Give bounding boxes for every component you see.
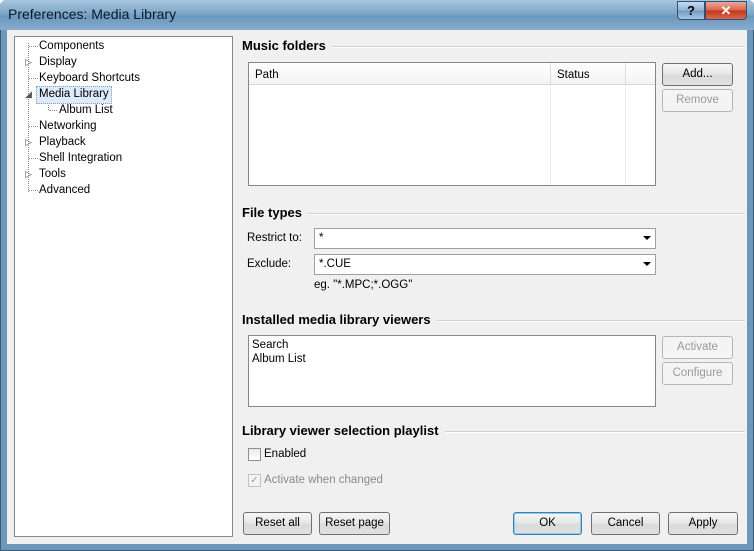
exclude-example-hint: eg. "*.MPC;*.OGG" bbox=[314, 279, 413, 291]
reset-page-button[interactable]: Reset page bbox=[319, 512, 390, 535]
music-folders-list[interactable]: Path Status bbox=[248, 62, 656, 186]
tree-item-advanced[interactable]: Advanced bbox=[37, 182, 92, 198]
tree-connector bbox=[49, 110, 57, 111]
viewers-heading: Installed media library viewers bbox=[242, 312, 437, 327]
collapse-arrow-icon[interactable]: ◢ bbox=[25, 86, 32, 102]
activate-when-changed-checkbox[interactable]: ✓ bbox=[248, 474, 261, 487]
tree-item-playback[interactable]: Playback bbox=[37, 134, 88, 150]
tree-item-components[interactable]: Components bbox=[37, 38, 106, 54]
list-header: Path Status bbox=[249, 63, 655, 85]
expand-arrow-icon[interactable]: ▷ bbox=[25, 134, 32, 150]
restrict-to-value: * bbox=[319, 232, 324, 244]
tree-item-networking[interactable]: Networking bbox=[37, 118, 99, 134]
dropdown-arrow-icon[interactable] bbox=[643, 236, 651, 240]
configure-viewer-button[interactable]: Configure bbox=[662, 362, 733, 385]
tree-item-display[interactable]: Display bbox=[37, 54, 79, 70]
remove-folder-button[interactable]: Remove bbox=[662, 89, 733, 112]
exclude-label: Exclude: bbox=[247, 258, 292, 270]
section-divider bbox=[242, 213, 745, 215]
playlist-heading: Library viewer selection playlist bbox=[242, 423, 445, 438]
add-folder-button[interactable]: Add... bbox=[662, 63, 733, 86]
exclude-combo[interactable]: *.CUE bbox=[314, 254, 656, 275]
title-bar[interactable]: Preferences: Media Library ? ✕ bbox=[0, 0, 754, 30]
activate-viewer-button[interactable]: Activate bbox=[662, 336, 733, 359]
restrict-to-combo[interactable]: * bbox=[314, 228, 656, 249]
viewers-list[interactable]: Search Album List bbox=[248, 335, 656, 407]
tree-item-shell-integration[interactable]: Shell Integration bbox=[37, 150, 124, 166]
preferences-tree[interactable]: ▷ ◢ ▷ ▷ Components Display Keyboard Shor… bbox=[14, 36, 233, 537]
apply-button[interactable]: Apply bbox=[668, 512, 738, 535]
tree-item-keyboard-shortcuts[interactable]: Keyboard Shortcuts bbox=[37, 70, 142, 86]
music-folders-heading: Music folders bbox=[242, 38, 332, 53]
restrict-to-label: Restrict to: bbox=[247, 232, 302, 244]
window-title: Preferences: Media Library bbox=[8, 6, 177, 22]
help-button[interactable]: ? bbox=[677, 1, 705, 20]
cancel-button[interactable]: Cancel bbox=[591, 512, 660, 535]
ok-button[interactable]: OK bbox=[513, 512, 582, 535]
enabled-checkbox[interactable] bbox=[248, 448, 261, 461]
enabled-label[interactable]: Enabled bbox=[264, 448, 306, 460]
column-divider bbox=[550, 85, 551, 185]
close-button[interactable]: ✕ bbox=[705, 1, 747, 20]
check-mark-icon: ✓ bbox=[250, 475, 259, 486]
expand-arrow-icon[interactable]: ▷ bbox=[25, 54, 32, 70]
column-header-path[interactable]: Path bbox=[249, 63, 551, 85]
tree-item-tools[interactable]: Tools bbox=[37, 166, 68, 182]
activate-when-changed-label[interactable]: Activate when changed bbox=[264, 474, 383, 486]
column-divider bbox=[625, 85, 626, 185]
reset-all-button[interactable]: Reset all bbox=[243, 512, 312, 535]
exclude-value: *.CUE bbox=[319, 258, 351, 270]
expand-arrow-icon[interactable]: ▷ bbox=[25, 166, 32, 182]
tree-item-album-list[interactable]: Album List bbox=[57, 102, 115, 118]
viewer-item-album-list[interactable]: Album List bbox=[252, 352, 652, 366]
viewer-item-search[interactable]: Search bbox=[252, 338, 652, 352]
dropdown-arrow-icon[interactable] bbox=[643, 262, 651, 266]
file-types-heading: File types bbox=[242, 205, 308, 220]
column-header-status[interactable]: Status bbox=[551, 63, 626, 85]
